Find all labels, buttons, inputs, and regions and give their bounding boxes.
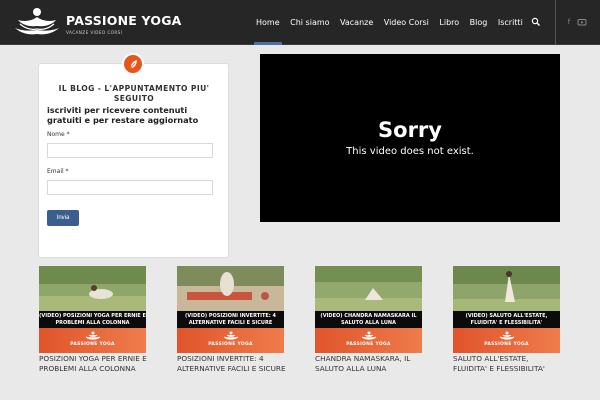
- email-field[interactable]: [47, 180, 213, 195]
- lotus-icon: [223, 331, 239, 340]
- name-label: Nome *: [47, 131, 70, 138]
- nav-vacanze[interactable]: Vacanze: [340, 18, 373, 27]
- post-banner-2: PASSIONE YOGA: [177, 328, 284, 353]
- lotus-icon: [361, 331, 377, 340]
- submit-button[interactable]: Invia: [47, 210, 79, 226]
- post-photo-2: [177, 266, 284, 311]
- nav-blog[interactable]: Blog: [470, 18, 488, 27]
- header-divider: [555, 0, 556, 45]
- lotus-icon: [85, 331, 101, 340]
- site-header: PASSIONE YOGA VACANZE VIDEO CORSI Home C…: [0, 0, 600, 45]
- nav-iscritti[interactable]: Iscritti: [498, 18, 523, 27]
- post-thumbnail-4[interactable]: (VIDEO) SALUTO ALL'ESTATE, FLUIDITA' E F…: [453, 266, 560, 353]
- post-label-1: (VIDEO) POSIZIONI YOGA PER ERNIE E PROBL…: [39, 311, 146, 328]
- post-photo-4: [453, 266, 560, 311]
- brand-title: PASSIONE YOGA: [66, 13, 182, 28]
- post-caption-1[interactable]: POSIZIONI YOGA PER ERNIE E PROBLEMI ALLA…: [39, 354, 149, 374]
- card-title: IL BLOG - L'APPUNTAMENTO PIU' SEGUITO: [58, 84, 210, 103]
- card-subtitle: iscriviti per ricevere contenuti gratuit…: [47, 105, 199, 125]
- post-thumbnail-1[interactable]: (VIDEO) POSIZIONI YOGA PER ERNIE E PROBL…: [39, 266, 146, 353]
- lotus-icon: [499, 331, 515, 340]
- post-photo-1: [39, 266, 146, 311]
- nav-home[interactable]: Home: [254, 18, 282, 45]
- name-field[interactable]: [47, 143, 213, 158]
- post-photo-3: [315, 266, 422, 311]
- main-nav: Home Chi siamo Vacanze Video Corsi Libro…: [254, 0, 533, 45]
- facebook-icon[interactable]: f: [564, 17, 574, 27]
- post-caption-3[interactable]: CHANDRA NAMASKARA, IL SALUTO ALLA LUNA: [315, 354, 425, 374]
- post-banner-4: PASSIONE YOGA: [453, 328, 560, 353]
- nav-chi-siamo[interactable]: Chi siamo: [290, 18, 329, 27]
- post-label-3: (VIDEO) CHANDRA NAMASKARA IL SALUTO ALLA…: [315, 311, 422, 328]
- post-brand-4: PASSIONE YOGA: [484, 342, 529, 347]
- post-banner-1: PASSIONE YOGA: [39, 328, 146, 353]
- post-brand-2: PASSIONE YOGA: [208, 342, 253, 347]
- post-caption-2[interactable]: POSIZIONI INVERTITE: 4 ALTERNATIVE FACIL…: [177, 354, 287, 374]
- email-label: Email *: [47, 168, 69, 175]
- post-brand-3: PASSIONE YOGA: [346, 342, 391, 347]
- search-icon[interactable]: [531, 17, 541, 27]
- nav-libro[interactable]: Libro: [439, 18, 459, 27]
- feather-icon: [122, 53, 144, 75]
- post-caption-4[interactable]: SALUTO ALL'ESTATE, FLUIDITA' E FLESSIBIL…: [453, 354, 563, 374]
- nav-video-corsi[interactable]: Video Corsi: [384, 18, 429, 27]
- site-logo[interactable]: PASSIONE YOGA VACANZE VIDEO CORSI: [12, 4, 181, 40]
- post-label-4: (VIDEO) SALUTO ALL'ESTATE, FLUIDITA' E F…: [453, 311, 560, 328]
- post-banner-3: PASSIONE YOGA: [315, 328, 422, 353]
- post-thumbnail-3[interactable]: (VIDEO) CHANDRA NAMASKARA IL SALUTO ALLA…: [315, 266, 422, 353]
- video-player[interactable]: Sorry This video does not exist.: [260, 54, 560, 222]
- video-error-message: This video does not exist.: [346, 146, 474, 157]
- post-label-2: (VIDEO) POSIZIONI INVERTITE: 4 ALTERNATI…: [177, 311, 284, 328]
- brand-subtitle: VACANZE VIDEO CORSI: [66, 30, 123, 35]
- lotus-logo-icon: [15, 8, 59, 35]
- post-brand-1: PASSIONE YOGA: [70, 342, 115, 347]
- post-thumbnail-2[interactable]: (VIDEO) POSIZIONI INVERTITE: 4 ALTERNATI…: [177, 266, 284, 353]
- video-error-title: Sorry: [378, 118, 442, 142]
- youtube-icon[interactable]: [577, 17, 587, 27]
